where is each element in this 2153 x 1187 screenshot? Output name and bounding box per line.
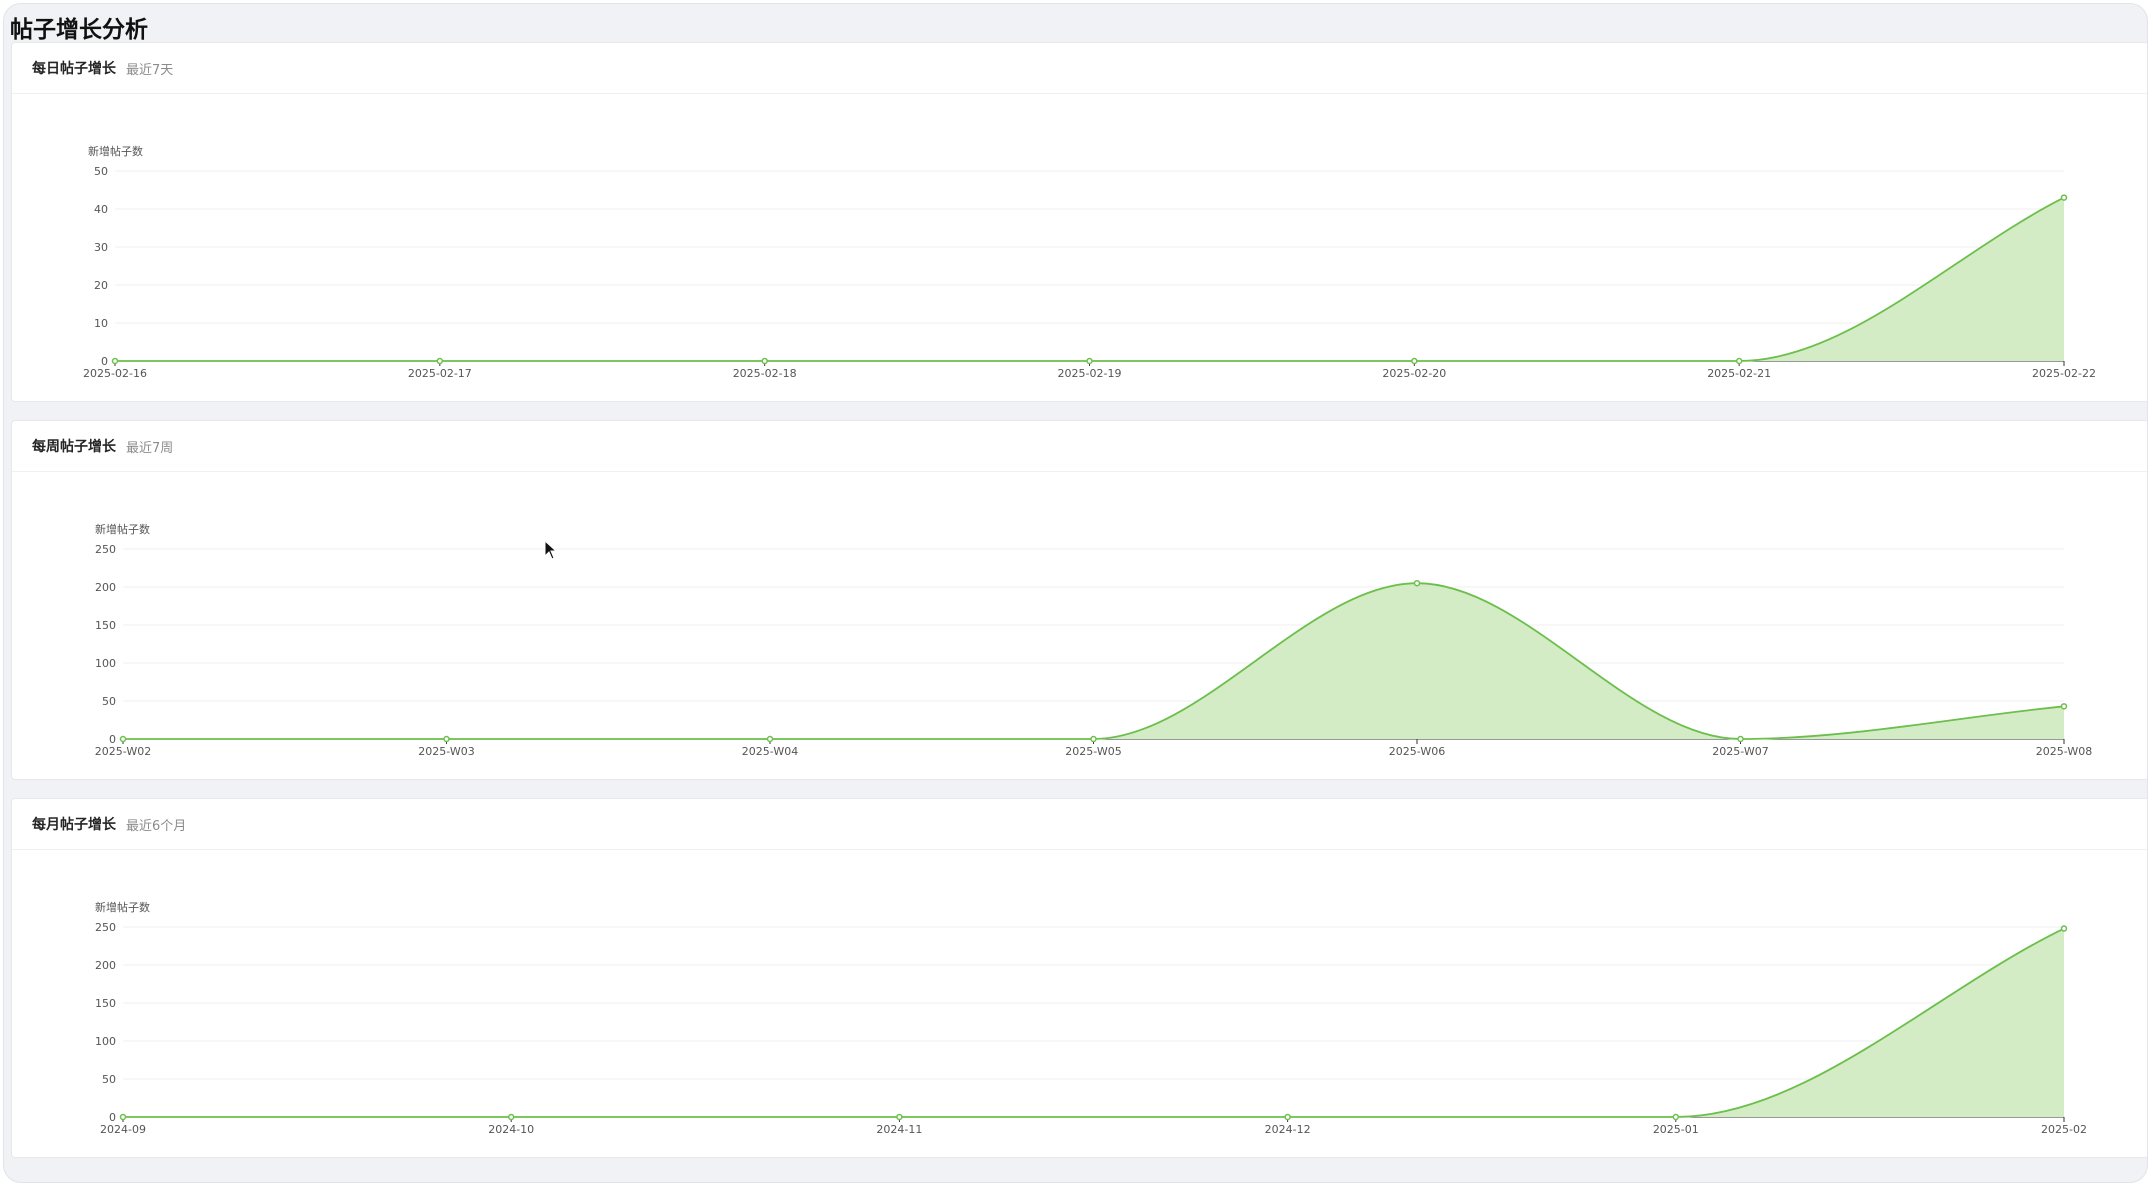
data-point: [1672, 1113, 1680, 1121]
x-tick-label: 2025-W03: [418, 745, 474, 758]
x-tick-label: 2025-W02: [95, 745, 151, 758]
data-point: [436, 357, 444, 365]
x-tick-label: 2025-01: [1653, 1123, 1699, 1136]
y-tick-label: 20: [94, 279, 108, 292]
y-tick-label: 200: [95, 959, 116, 972]
x-tick-label: 2024-11: [876, 1123, 922, 1136]
data-point: [1737, 735, 1744, 743]
y-tick-label: 40: [94, 203, 108, 216]
y-tick-label: 250: [95, 921, 116, 934]
daily-growth-chart: 新增帖子数010203040502025-02-16 2025-02-17 2025…: [83, 144, 2096, 380]
monthly-growth-card: 每月帖子增长 最近6个月 新增帖子数 0 50 100 150 200 250 2024-09…: [11, 798, 2147, 1158]
y-axis-title: 新增帖子数: [95, 900, 150, 914]
data-point: [1284, 1113, 1291, 1121]
data-point: [1411, 357, 1418, 365]
mouse-pointer-icon: [544, 540, 558, 560]
x-tick-label: 2025-02-17: [408, 367, 472, 380]
x-tick-label: 2025-02-19: [1058, 367, 1122, 380]
daily-growth-card: 每日帖子增长 最近7天 新增帖子数 0 10 20 30 40 50 2025-02-16 20…: [11, 42, 2147, 402]
series-area: [123, 928, 2064, 1117]
x-tick-label: 2024-12: [1265, 1123, 1311, 1136]
x-tick-label: 2025-02-20: [1382, 367, 1446, 380]
x-tick-label: 2024-10: [488, 1123, 534, 1136]
x-tick-label: 2025-02-22: [2032, 367, 2096, 380]
y-tick-label: 10: [94, 317, 108, 330]
data-point: [2060, 925, 2068, 932]
data-point: [761, 357, 768, 365]
dashboard-panel: 帖子增长分析 每日帖子增长 最近7天 新增帖子数 0 10 20 30 40 50 2025-…: [3, 3, 2148, 1183]
x-tick-label: 2025-W04: [742, 745, 798, 758]
series-area: [123, 583, 2064, 739]
data-point: [1735, 357, 1743, 365]
series-area: [115, 197, 2064, 361]
data-point: [119, 735, 127, 743]
y-tick-label: 30: [94, 241, 108, 254]
data-point: [2060, 194, 2068, 201]
data-point: [896, 1113, 903, 1121]
y-tick-label: 250: [95, 543, 116, 556]
data-point: [1090, 735, 1097, 743]
x-tick-label: 2025-W08: [2036, 745, 2092, 758]
x-tick-label: 2025-W07: [1712, 745, 1768, 758]
data-point: [119, 1113, 127, 1121]
x-tick-label: 2024-09: [100, 1123, 146, 1136]
y-tick-label: 50: [94, 165, 108, 178]
x-tick-label: 2025-02-16: [83, 367, 147, 380]
y-tick-label: 100: [95, 1035, 116, 1048]
x-tick-label: 2025-W06: [1389, 745, 1445, 758]
y-axis-title: 新增帖子数: [95, 522, 150, 536]
series-line: [115, 196, 2065, 362]
data-point: [766, 735, 774, 743]
data-point: [507, 1113, 515, 1121]
data-point: [443, 735, 450, 743]
x-tick-label: 2025-W05: [1065, 745, 1121, 758]
y-tick-label: 50: [102, 1073, 116, 1086]
data-point: [1086, 357, 1093, 365]
y-tick-label: 200: [95, 581, 116, 594]
series-line: [123, 927, 2065, 1118]
x-tick-label: 2025-02-21: [1707, 367, 1771, 380]
series-line: [123, 582, 2065, 740]
y-tick-label: 100: [95, 657, 116, 670]
monthly-growth-chart: 新增帖子数0501001502002502024-09 2024-10 2024-1…: [95, 900, 2087, 1136]
y-tick-label: 150: [95, 619, 116, 632]
weekly-growth-card: 每周帖子增长 最近7周 新增帖子数 0 50 100 150 200 250 2025-W02…: [11, 420, 2147, 780]
weekly-growth-chart: 新增帖子数0501001502002502025-W02 2025-W03 2025…: [95, 522, 2092, 758]
y-tick-label: 150: [95, 997, 116, 1010]
x-tick-label: 2025-02: [2041, 1123, 2087, 1136]
data-point: [2060, 703, 2068, 710]
x-tick-label: 2025-02-18: [733, 367, 797, 380]
data-point: [111, 357, 119, 365]
data-point: [1413, 579, 1421, 587]
y-axis-title: 新增帖子数: [88, 144, 143, 158]
y-tick-label: 50: [102, 695, 116, 708]
